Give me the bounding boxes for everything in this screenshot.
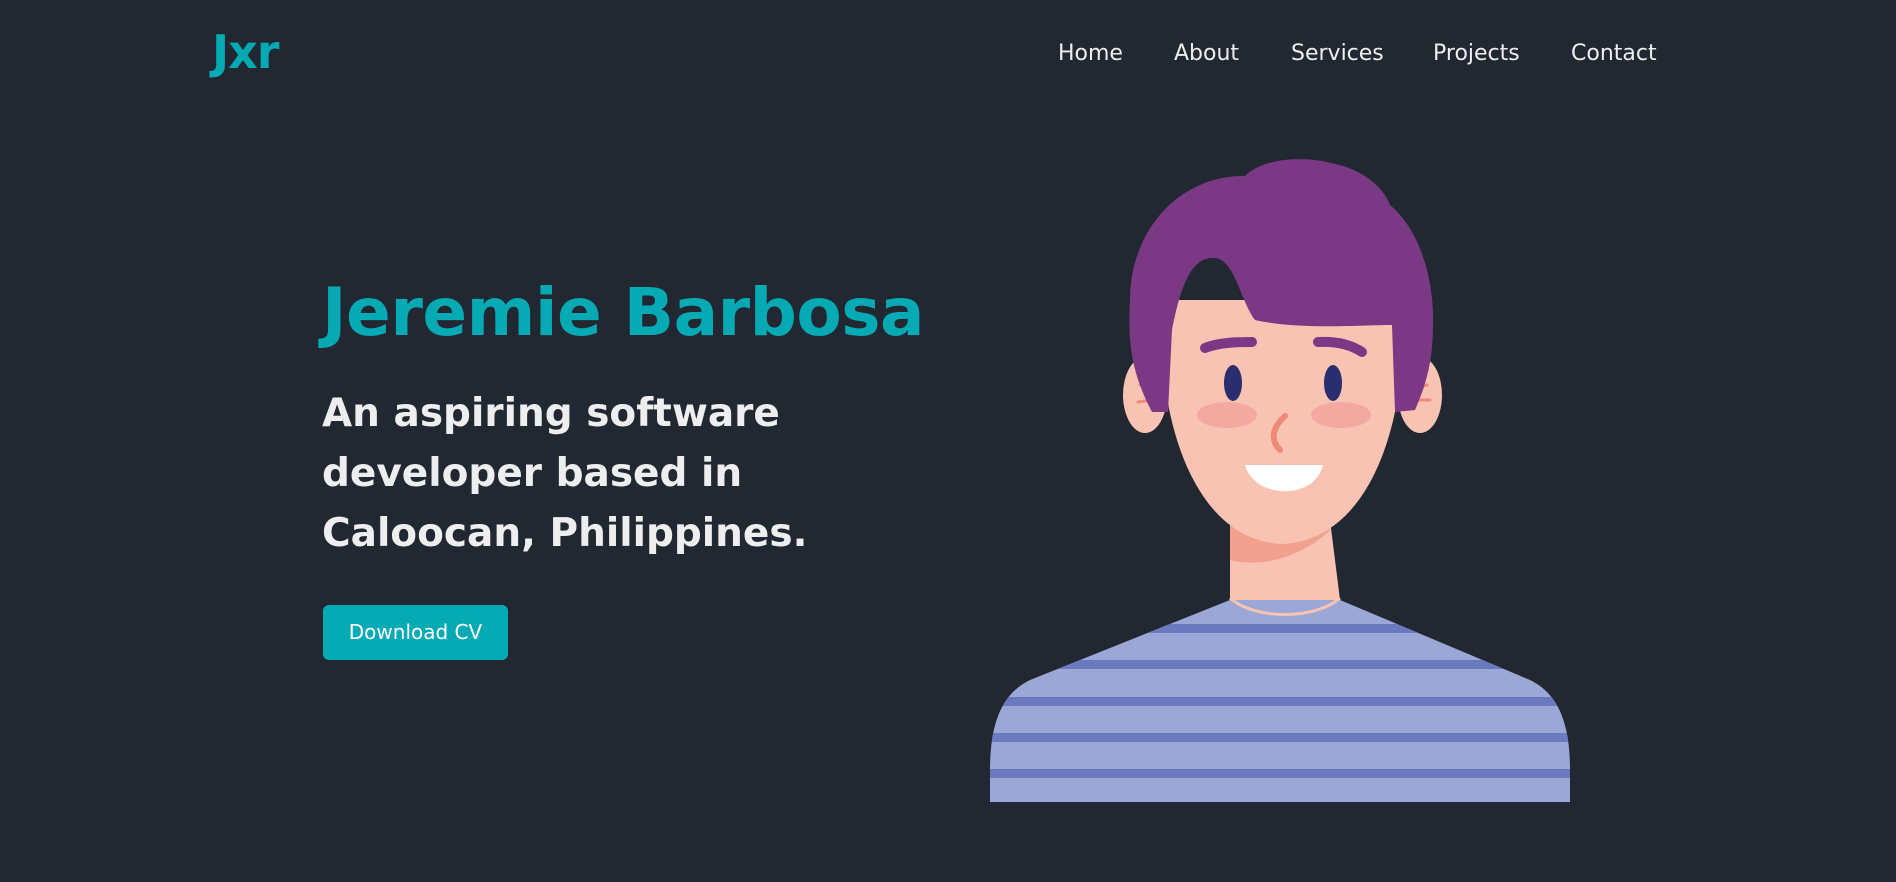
hero-subtitle: An aspiring software developer based in … (322, 391, 808, 556)
page: Jxr Home About Services Projects Contact… (0, 0, 1896, 882)
nav-services[interactable]: Services (1291, 36, 1384, 72)
nav-projects[interactable]: Projects (1433, 36, 1520, 72)
hero-name: Jeremie Barbosa (322, 274, 925, 351)
download-cv-button[interactable]: Download CV (323, 605, 508, 660)
nav-contact[interactable]: Contact (1571, 36, 1657, 72)
nav-about[interactable]: About (1174, 36, 1239, 72)
logo[interactable]: Jxr (212, 22, 279, 82)
avatar-illustration-icon (990, 159, 1570, 802)
nav-home[interactable]: Home (1058, 36, 1123, 72)
